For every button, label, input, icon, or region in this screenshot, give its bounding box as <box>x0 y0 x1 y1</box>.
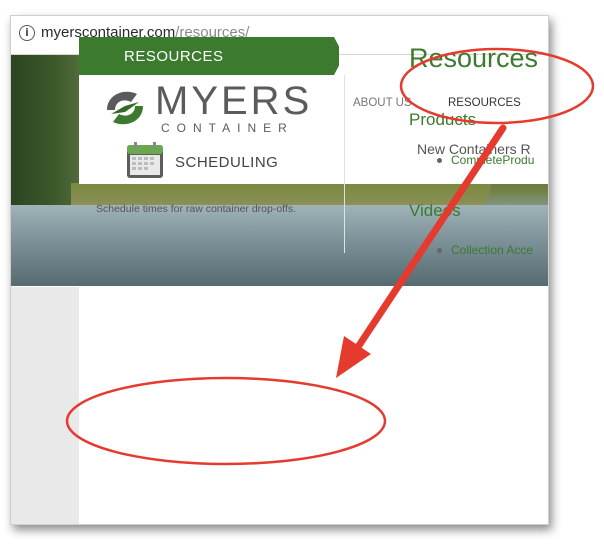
myers-logo[interactable]: MYERS CONTAINER <box>101 79 311 139</box>
content-margin <box>11 287 79 524</box>
scheduling-description: Schedule times for raw container drop-of… <box>96 203 296 215</box>
list-item[interactable]: CompleteProdu <box>436 153 534 167</box>
videos-heading: Videos <box>409 201 461 220</box>
info-circle-icon[interactable]: i <box>19 25 35 41</box>
resources-banner: RESOURCES <box>79 37 339 75</box>
content-area <box>11 287 548 524</box>
logo-subtitle: CONTAINER <box>161 121 294 135</box>
content-panel <box>79 287 548 524</box>
nav-about-us[interactable]: ABOUT US <box>353 97 412 109</box>
scheduling-link[interactable]: SCHEDULING <box>175 154 278 171</box>
calendar-icon[interactable] <box>125 140 165 180</box>
sidebar-divider <box>344 75 345 253</box>
page-title: Resources <box>409 43 539 73</box>
list-item[interactable]: Collection Acce <box>436 243 533 257</box>
resources-banner-label: RESOURCES <box>124 48 224 65</box>
products-heading: Products <box>409 110 477 129</box>
screenshot-frame: i myerscontainer.com/resources/ MYERS CO… <box>10 15 549 525</box>
nav-resources[interactable]: RESOURCES <box>448 97 521 109</box>
logo-wordmark: MYERS <box>155 79 313 123</box>
logo-mark-icon <box>107 91 143 125</box>
